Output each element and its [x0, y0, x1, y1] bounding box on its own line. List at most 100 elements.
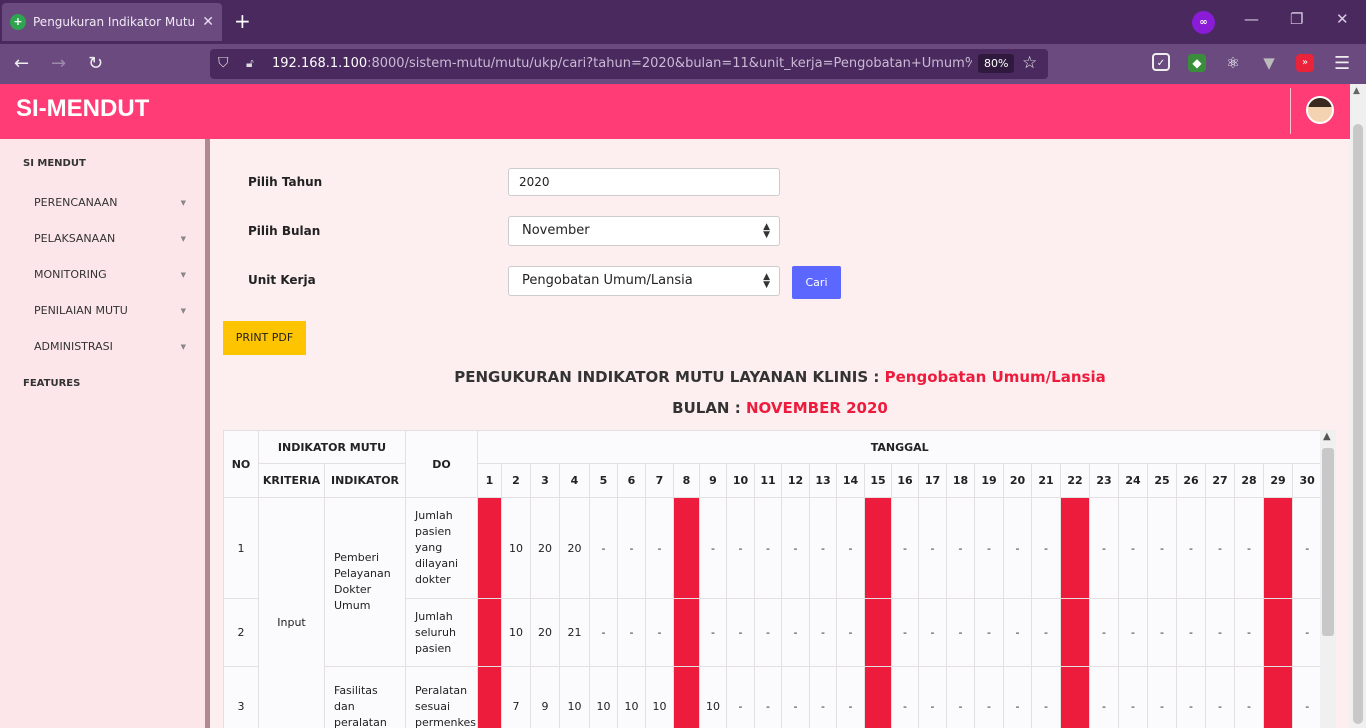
- report-month-prefix: BULAN :: [672, 399, 741, 417]
- table-row: 3 Fasilitas dan peralatan Peralatan sesuai…: [223, 666, 1323, 728]
- day-value-cell: -: [1291, 497, 1323, 599]
- day-value-cell: -: [1118, 666, 1148, 728]
- tab-close-icon[interactable]: ✕: [202, 14, 214, 30]
- holiday-cell: [477, 598, 502, 667]
- bookmark-star-icon[interactable]: ☆: [1022, 53, 1037, 73]
- day-value-cell: -: [1031, 497, 1061, 599]
- day-value-cell: -: [809, 497, 837, 599]
- day-value-cell: -: [781, 497, 810, 599]
- indikator-cell: Pemberi Pelayanan Dokter Umum: [324, 497, 406, 667]
- reload-icon[interactable]: ↻: [88, 53, 103, 75]
- indicator-table-container: NO INDIKATOR MUTU DO TANGGAL KRITERIA IN…: [223, 430, 1330, 728]
- sidebar-features-heading: FEATURES: [23, 378, 81, 389]
- unit-select[interactable]: Pengobatan Umum/Lansia ▲ ▼: [508, 266, 780, 296]
- day-value-cell: 7: [501, 666, 531, 728]
- header-day: 3: [530, 463, 560, 498]
- indicator-table: NO INDIKATOR MUTU DO TANGGAL KRITERIA IN…: [223, 430, 1323, 728]
- table-scroll-up-icon[interactable]: ▲: [1323, 431, 1331, 442]
- caret-down-icon: ▼: [180, 307, 186, 315]
- report-title-unit: Pengobatan Umum/Lansia: [884, 368, 1106, 386]
- header-day: 6: [617, 463, 646, 498]
- forward-icon[interactable]: →: [51, 53, 66, 75]
- header-day: 2: [501, 463, 531, 498]
- day-value-cell: -: [918, 598, 947, 667]
- day-value-cell: -: [974, 598, 1004, 667]
- user-avatar[interactable]: [1306, 96, 1334, 124]
- page-scrollbar[interactable]: ▲: [1350, 84, 1366, 728]
- header-day: 21: [1031, 463, 1061, 498]
- pocket-icon[interactable]: ✓: [1152, 53, 1170, 71]
- caret-down-icon: ▼: [180, 343, 186, 351]
- sidebar-item-penilaian-mutu[interactable]: PENILAIAN MUTU ▼: [34, 304, 186, 317]
- day-value-cell: 10: [617, 666, 646, 728]
- back-icon[interactable]: ←: [14, 53, 29, 75]
- page-scrollbar-thumb[interactable]: [1353, 124, 1363, 724]
- unit-label: Unit Kerja: [248, 273, 316, 287]
- year-label: Pilih Tahun: [248, 175, 323, 189]
- lock-icon[interactable]: 🔓︎: [246, 56, 254, 71]
- url-host: 192.168.1.100: [272, 56, 368, 71]
- month-select[interactable]: November ▲ ▼: [508, 216, 780, 246]
- extension-red-icon[interactable]: »: [1296, 54, 1314, 72]
- menu-icon[interactable]: ☰: [1334, 53, 1350, 75]
- header-day: 17: [918, 463, 947, 498]
- day-value-cell: -: [699, 497, 727, 599]
- search-button[interactable]: Cari: [792, 266, 841, 299]
- browser-tabbar: + Pengukuran Indikator Mutu Lay ✕ + ∞ — …: [0, 0, 1366, 44]
- day-value-cell: -: [1118, 497, 1148, 599]
- minimize-icon[interactable]: —: [1244, 10, 1259, 28]
- holiday-cell: [864, 666, 892, 728]
- month-label: Pilih Bulan: [248, 224, 321, 238]
- sidebar-item-label: PENILAIAN MUTU: [34, 304, 128, 317]
- header-day: 12: [781, 463, 810, 498]
- header-day: 15: [864, 463, 892, 498]
- extension-globe-icon[interactable]: ◆: [1188, 54, 1206, 72]
- select-arrows-icon: ▲ ▼: [763, 272, 770, 290]
- scroll-up-icon[interactable]: ▲: [1353, 86, 1360, 96]
- sidebar: SI MENDUT PERENCANAAN ▼ PELAKSANAAN ▼ MONI…: [0, 139, 205, 728]
- caret-down-icon: ▼: [180, 199, 186, 207]
- select-arrows-icon: ▲ ▼: [763, 222, 770, 240]
- header-kriteria: KRITERIA: [258, 463, 325, 498]
- react-devtools-icon[interactable]: ⚛: [1224, 54, 1242, 72]
- url-path: :8000/sistem-mutu/mutu/ukp/cari?tahun=20…: [367, 56, 972, 71]
- table-scrollbar-thumb[interactable]: [1322, 448, 1334, 636]
- day-value-cell: -: [754, 497, 782, 599]
- window-close-icon[interactable]: ✕: [1336, 10, 1349, 28]
- header-day: 25: [1147, 463, 1177, 498]
- year-input[interactable]: 2020: [508, 168, 780, 196]
- private-mask-icon[interactable]: ∞: [1192, 11, 1215, 34]
- sidebar-item-pelaksanaan[interactable]: PELAKSANAAN ▼: [34, 232, 186, 245]
- header-day: 8: [673, 463, 700, 498]
- sidebar-item-label: MONITORING: [34, 268, 107, 281]
- url-bar[interactable]: ⛉ 🔓︎ 192.168.1.100:8000/sistem-mutu/mutu…: [210, 49, 1048, 79]
- caret-down-icon: ▼: [180, 235, 186, 243]
- holiday-cell: [864, 497, 892, 599]
- holiday-cell: [477, 497, 502, 599]
- new-tab-icon[interactable]: +: [234, 10, 251, 32]
- day-value-cell: -: [1147, 666, 1177, 728]
- sidebar-item-perencanaan[interactable]: PERENCANAAN ▼: [34, 196, 186, 209]
- print-pdf-button[interactable]: PRINT PDF: [223, 321, 306, 355]
- day-value-cell: -: [946, 598, 975, 667]
- month-select-value: November: [522, 223, 590, 238]
- browser-tab[interactable]: + Pengukuran Indikator Mutu Lay ✕: [2, 3, 222, 41]
- day-value-cell: -: [699, 598, 727, 667]
- sidebar-item-monitoring[interactable]: MONITORING ▼: [34, 268, 186, 281]
- header-day: 13: [809, 463, 837, 498]
- vue-devtools-icon[interactable]: ▼: [1260, 54, 1278, 72]
- report-month-value: NOVEMBER 2020: [745, 399, 888, 417]
- restore-icon[interactable]: ❐: [1290, 10, 1303, 28]
- header-day: 7: [645, 463, 674, 498]
- app-brand[interactable]: SI-MENDUT: [16, 95, 149, 123]
- zoom-badge[interactable]: 80%: [978, 54, 1015, 73]
- day-value-cell: 10: [589, 666, 618, 728]
- header-day: 1: [477, 463, 502, 498]
- holiday-cell: [673, 666, 700, 728]
- day-value-cell: -: [726, 497, 755, 599]
- shield-icon[interactable]: ⛉: [218, 55, 229, 71]
- table-scrollbar[interactable]: ▲: [1320, 430, 1336, 728]
- url-text[interactable]: 192.168.1.100:8000/sistem-mutu/mutu/ukp/…: [272, 56, 972, 71]
- day-value-cell: -: [1176, 497, 1206, 599]
- sidebar-item-administrasi[interactable]: ADMINISTRASI ▼: [34, 340, 186, 353]
